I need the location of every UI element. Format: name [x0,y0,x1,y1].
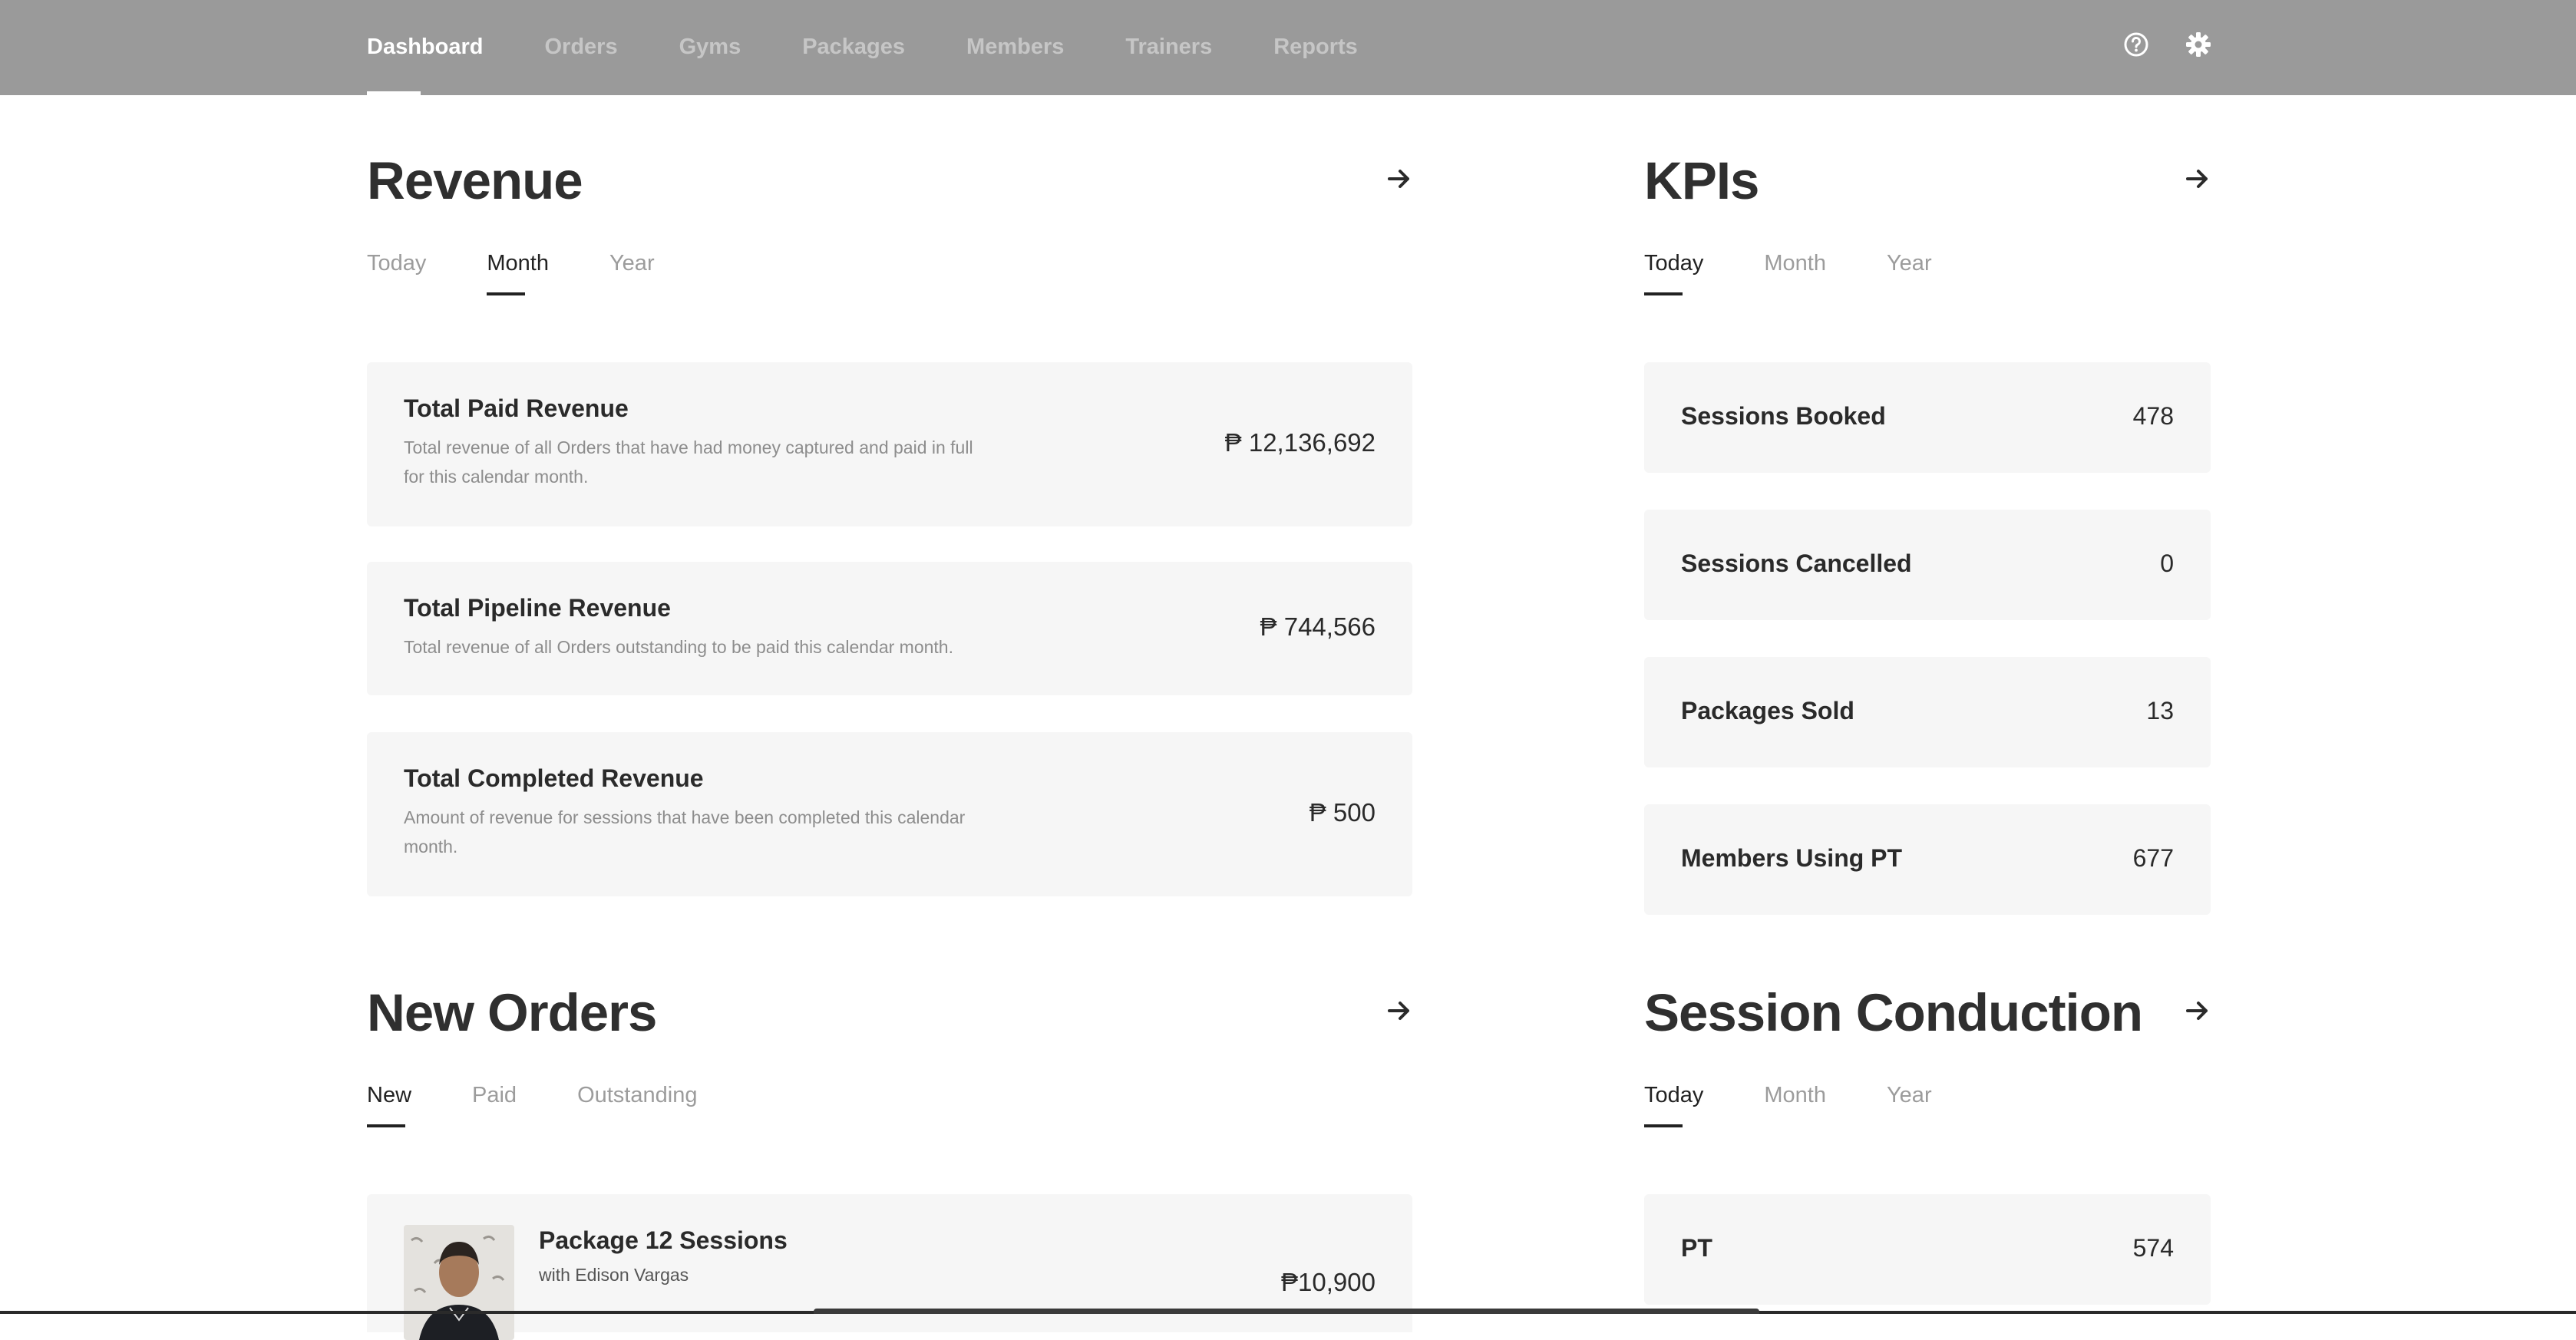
kpis-title: KPIs [1644,151,1759,210]
session-conduction-section: Session Conduction Today Month Year PT 5… [1644,982,2211,1314]
tab-month[interactable]: Month [1764,250,1826,276]
revenue-card-completed[interactable]: Total Completed Revenue Amount of revenu… [367,732,1412,896]
kpi-label: Members Using PT [1681,844,1903,872]
kpis-section: KPIs Today Month Year Sessions Booked 47… [1644,150,2211,918]
card-description: Total revenue of all Orders outstanding … [404,637,953,657]
kpi-value: 0 [2160,550,2174,577]
nav-gyms[interactable]: Gyms [679,0,741,95]
order-trainer: with Edison Vargas [539,1265,689,1285]
new-orders-section: New Orders New Paid Outstanding Package … [367,982,1412,1340]
kpi-card-sessions-booked[interactable]: Sessions Booked 478 [1644,362,2211,473]
tab-month[interactable]: Month [487,250,549,295]
card-value: ₱ 12,136,692 [1224,428,1376,457]
kpi-card-sessions-cancelled[interactable]: Sessions Cancelled 0 [1644,510,2211,620]
tab-new[interactable]: New [367,1082,411,1127]
kpis-tabs: Today Month Year [1644,250,1993,295]
nav-members[interactable]: Members [966,0,1064,95]
card-title: Total Pipeline Revenue [404,594,671,622]
revenue-section: Revenue Today Month Year Total Paid Reve… [367,150,1412,903]
tab-year[interactable]: Year [609,250,655,276]
arrow-right-icon[interactable] [2185,998,2211,1024]
new-orders-tabs: New Paid Outstanding [367,1082,758,1127]
scrollbar-thumb[interactable] [814,1309,1759,1314]
tab-paid[interactable]: Paid [472,1082,517,1108]
tab-today[interactable]: Today [367,250,426,276]
new-orders-title: New Orders [367,983,657,1042]
nav-trainers[interactable]: Trainers [1125,0,1212,95]
tab-today[interactable]: Today [1644,1082,1703,1127]
kpi-value: 13 [2146,697,2174,724]
session-label: PT [1681,1234,1712,1262]
session-value: 574 [2132,1234,2174,1262]
revenue-card-pipeline[interactable]: Total Pipeline Revenue Total revenue of … [367,562,1412,695]
session-conduction-title: Session Conduction [1644,983,2143,1042]
nav-packages[interactable]: Packages [802,0,905,95]
kpi-value: 677 [2132,844,2174,872]
gear-icon[interactable] [2185,31,2212,58]
kpi-card-members-using-pt[interactable]: Members Using PT 677 [1644,804,2211,915]
nav-dashboard[interactable]: Dashboard [367,0,483,95]
revenue-card-paid[interactable]: Total Paid Revenue Total revenue of all … [367,362,1412,526]
arrow-right-icon[interactable] [1386,166,1412,192]
kpi-value: 478 [2132,402,2174,430]
tab-outstanding[interactable]: Outstanding [577,1082,697,1108]
order-price: ₱10,900 [1281,1268,1376,1296]
kpi-card-packages-sold[interactable]: Packages Sold 13 [1644,657,2211,767]
card-title: Total Paid Revenue [404,394,629,422]
session-conduction-tabs: Today Month Year [1644,1082,1993,1127]
tab-year[interactable]: Year [1887,250,1932,276]
tab-today[interactable]: Today [1644,250,1703,295]
arrow-right-icon[interactable] [1386,998,1412,1024]
kpi-label: Sessions Booked [1681,402,1886,430]
nav-orders[interactable]: Orders [544,0,617,95]
tab-month[interactable]: Month [1764,1082,1826,1108]
revenue-tabs: Today Month Year [367,250,715,295]
arrow-right-icon[interactable] [2185,166,2211,192]
member-avatar [404,1225,514,1340]
kpi-label: Sessions Cancelled [1681,550,1912,577]
session-card-pt[interactable]: PT 574 [1644,1194,2211,1305]
main-nav: Dashboard Orders Gyms Packages Members T… [367,0,1419,95]
help-circle-icon[interactable] [2122,31,2150,58]
nav-reports[interactable]: Reports [1273,0,1358,95]
card-value: ₱ 744,566 [1260,612,1376,641]
top-navigation-bar: Dashboard Orders Gyms Packages Members T… [0,0,2576,95]
revenue-title: Revenue [367,151,583,210]
card-description: Amount of revenue for sessions that have… [404,807,966,856]
order-title: Package 12 Sessions [539,1226,788,1254]
card-description: Total revenue of all Orders that have ha… [404,437,973,487]
card-title: Total Completed Revenue [404,764,704,792]
card-value: ₱ 500 [1309,798,1376,827]
tab-year[interactable]: Year [1887,1082,1932,1108]
kpi-label: Packages Sold [1681,697,1854,724]
